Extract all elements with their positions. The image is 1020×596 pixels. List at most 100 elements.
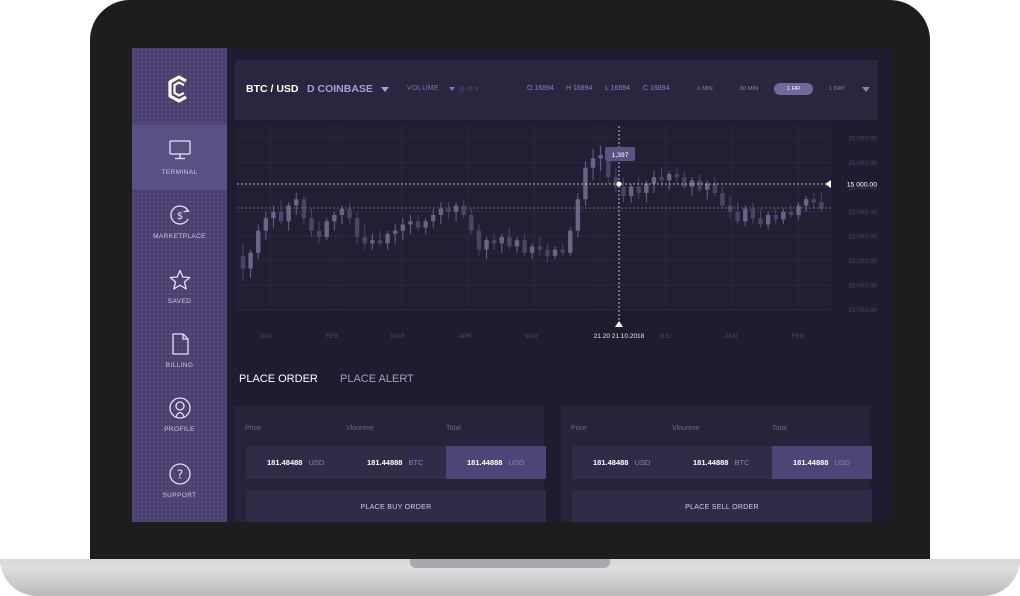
candle-body[interactable] [590, 158, 596, 168]
volume-settings-icons[interactable]: ◎ ⊙ × [459, 85, 479, 93]
candle-body[interactable] [423, 221, 428, 228]
candle-body[interactable] [735, 211, 740, 222]
candle-body[interactable] [697, 180, 702, 190]
candle-body[interactable] [278, 211, 284, 222]
candle-body[interactable] [324, 221, 329, 238]
candle-body[interactable] [316, 230, 322, 238]
candle-body[interactable] [712, 183, 718, 193]
candle-body[interactable] [598, 155, 603, 159]
chevron-down-icon[interactable] [862, 87, 870, 92]
sidebar-item-profile[interactable]: PROFILE [132, 382, 227, 446]
candlestick-chart[interactable]: 20 000.00 15 000.00 15 000.00 15 000.00 15 0… [235, 126, 883, 348]
candle-body[interactable] [354, 218, 360, 238]
sell-price-field[interactable]: 181.48488 USD [572, 446, 672, 479]
timeframe-1day[interactable]: 1 DAY [819, 83, 855, 95]
timeframe-1min[interactable]: 1 MIN [687, 83, 723, 95]
candle-body[interactable] [545, 249, 550, 256]
candle-body[interactable] [522, 240, 527, 253]
candle-body[interactable] [453, 205, 459, 212]
candle-body[interactable] [720, 192, 725, 206]
candle-body[interactable] [628, 186, 634, 197]
candle-body[interactable] [811, 199, 816, 203]
sidebar-item-saved[interactable]: SAVED [132, 254, 227, 318]
candle-body[interactable] [644, 183, 649, 193]
candle-body[interactable] [415, 221, 421, 228]
candle-body[interactable] [727, 205, 733, 212]
candle-body[interactable] [514, 240, 520, 247]
candle-body[interactable] [362, 237, 367, 244]
candle-body[interactable] [636, 186, 641, 193]
candle-body[interactable] [705, 183, 710, 190]
candle-body[interactable] [507, 237, 512, 247]
candle-body[interactable] [476, 230, 482, 250]
candle-body[interactable] [446, 208, 451, 212]
sidebar-item-terminal[interactable]: TERMINAL [132, 125, 227, 189]
candle-body[interactable] [438, 208, 444, 215]
buy-price-field[interactable]: 181.48488 USD [246, 446, 346, 479]
candle-body[interactable] [393, 230, 398, 234]
candle-body[interactable] [773, 215, 778, 220]
sidebar-item-support[interactable]: ? SUPPORT [132, 448, 227, 512]
tab-place-order[interactable]: PLACE ORDER [239, 373, 318, 385]
candle-body[interactable] [781, 211, 786, 220]
volume-label[interactable]: VOLUME [407, 85, 439, 92]
candle-body[interactable] [575, 199, 581, 231]
candle-body[interactable] [332, 215, 337, 222]
candle-body[interactable] [743, 208, 748, 222]
candle-body[interactable] [491, 240, 497, 244]
candle-body[interactable] [370, 240, 375, 244]
candle-body[interactable] [674, 174, 679, 178]
candle-body[interactable] [294, 199, 299, 206]
candle-body[interactable] [499, 237, 504, 244]
candle-body[interactable] [666, 174, 672, 181]
candle-body[interactable] [240, 255, 246, 269]
sidebar-item-billing[interactable]: BILLING [132, 318, 227, 382]
candle-body[interactable] [803, 199, 809, 206]
chevron-down-icon[interactable] [449, 87, 455, 91]
candle-body[interactable] [796, 205, 801, 215]
candle-body[interactable] [583, 167, 588, 200]
candle-body[interactable] [568, 230, 573, 253]
candle-body[interactable] [484, 240, 489, 250]
place-sell-order-button[interactable]: PLACE SELL ORDER [572, 490, 872, 522]
candle-body[interactable] [689, 180, 695, 187]
candle-body[interactable] [248, 252, 253, 269]
sell-total-field[interactable]: 181.44888 USD [772, 446, 872, 479]
pair-selector[interactable]: BTC / USD [246, 83, 299, 95]
candle-body[interactable] [529, 246, 535, 253]
app-logo-icon[interactable] [164, 74, 194, 104]
candle-body[interactable] [537, 246, 543, 250]
exchange-selector[interactable]: D COINBASE [307, 83, 373, 95]
candle-body[interactable] [408, 221, 413, 225]
candle-body[interactable] [309, 218, 314, 231]
candle-body[interactable] [347, 208, 352, 219]
candle-body[interactable] [765, 215, 771, 225]
candle-body[interactable] [560, 249, 565, 253]
place-buy-order-button[interactable]: PLACE BUY ORDER [246, 490, 546, 522]
sell-volume-field[interactable]: 181.44888 BTC [672, 446, 772, 479]
candle-body[interactable] [621, 186, 626, 197]
candle-body[interactable] [750, 208, 756, 219]
buy-total-field[interactable]: 181.44888 USD [446, 446, 546, 479]
candle-body[interactable] [377, 240, 383, 244]
candle-body[interactable] [271, 211, 276, 219]
candle-body[interactable] [301, 199, 307, 219]
timeframe-1hr[interactable]: 1 HR [774, 83, 813, 95]
candle-body[interactable] [651, 177, 657, 184]
candle-body[interactable] [682, 177, 687, 187]
sidebar-item-marketplace[interactable]: $ MARKETPLACE [132, 189, 227, 253]
candle-body[interactable] [256, 230, 261, 253]
candle-body[interactable] [552, 249, 558, 256]
candle-body[interactable] [461, 205, 466, 215]
chevron-down-icon[interactable] [381, 87, 389, 92]
timeframe-30min[interactable]: 30 MIN [731, 83, 767, 95]
candle-body[interactable] [788, 211, 794, 215]
tab-place-alert[interactable]: PLACE ALERT [340, 373, 414, 385]
buy-volume-field[interactable]: 181.44888 BTC [346, 446, 446, 479]
candle-body[interactable] [758, 218, 763, 225]
candle-body[interactable] [339, 208, 345, 215]
candle-body[interactable] [385, 233, 390, 244]
candle-body[interactable] [263, 218, 269, 231]
candle-body[interactable] [431, 215, 436, 222]
candle-body[interactable] [659, 177, 664, 181]
